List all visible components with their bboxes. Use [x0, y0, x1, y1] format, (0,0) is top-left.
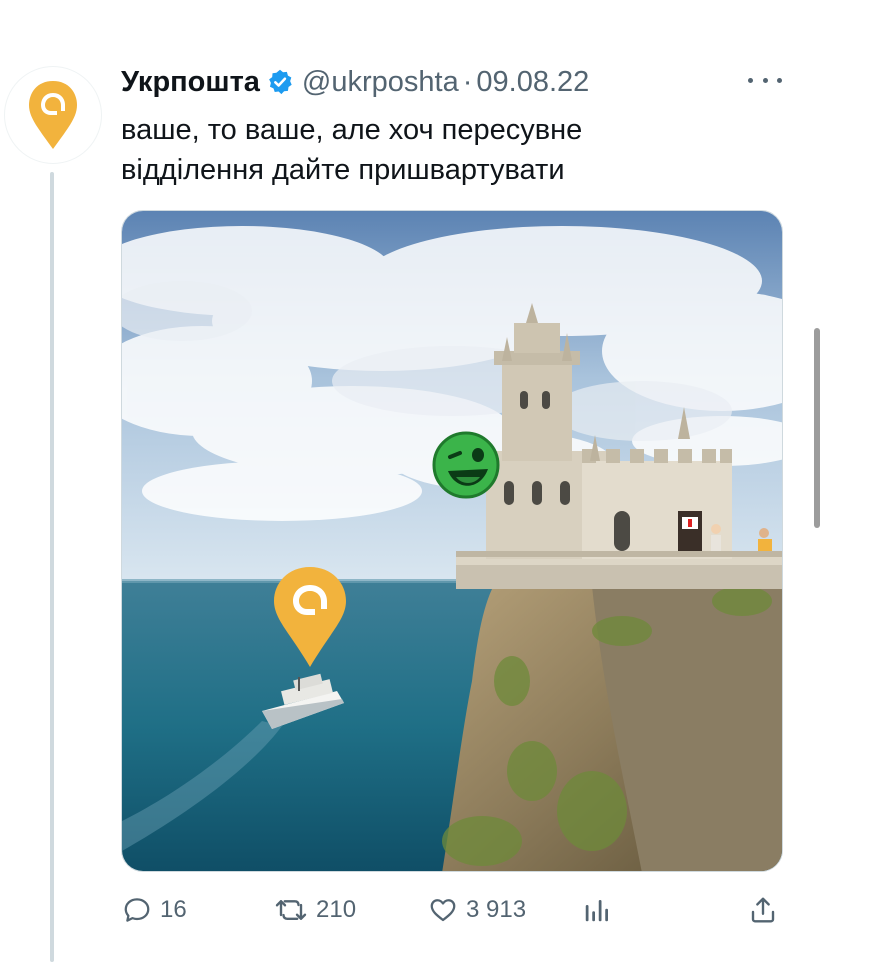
author-name[interactable]: Укрпошта	[121, 66, 260, 99]
author-handle[interactable]: @ukrposhta	[302, 66, 459, 99]
tweet-text-line: відділення дайте пришвартувати	[121, 154, 565, 186]
retweet-count: 210	[316, 896, 357, 923]
share-icon	[751, 897, 775, 923]
like-button[interactable]: 3 913	[428, 892, 526, 928]
thread-line	[50, 172, 54, 962]
ukrposhta-logo-icon	[29, 81, 77, 149]
header-separator: ·	[462, 65, 473, 98]
tweet-header: Укрпошта @ukrposhta · 09.08.22	[121, 60, 589, 104]
reply-icon	[124, 898, 150, 922]
avatar[interactable]	[4, 66, 102, 164]
more-dots-icon[interactable]	[748, 70, 782, 90]
heart-icon	[430, 899, 456, 922]
tweet[interactable]: Укрпошта @ukrposhta · 09.08.22 ваше, то …	[0, 0, 884, 980]
scrollbar[interactable]	[814, 328, 820, 528]
retweet-icon	[275, 900, 307, 920]
verified-badge-icon	[266, 68, 294, 96]
tweet-text: ваше, то ваше, але хоч пересувне відділе…	[121, 110, 761, 190]
reply-count: 16	[160, 896, 187, 923]
analytics-icon	[585, 900, 608, 922]
like-count: 3 913	[466, 896, 527, 923]
tweet-actions: 16 210 3 913	[0, 888, 884, 932]
tweet-text-line: ваше, то ваше, але хоч пересувне	[121, 114, 583, 146]
retweet-button[interactable]: 210	[274, 892, 356, 928]
analytics-button[interactable]	[582, 892, 612, 928]
share-button[interactable]	[748, 892, 778, 928]
castle-photo-image[interactable]	[121, 210, 783, 872]
reply-button[interactable]: 16	[122, 892, 187, 928]
tweet-date[interactable]: 09.08.22	[476, 66, 589, 99]
